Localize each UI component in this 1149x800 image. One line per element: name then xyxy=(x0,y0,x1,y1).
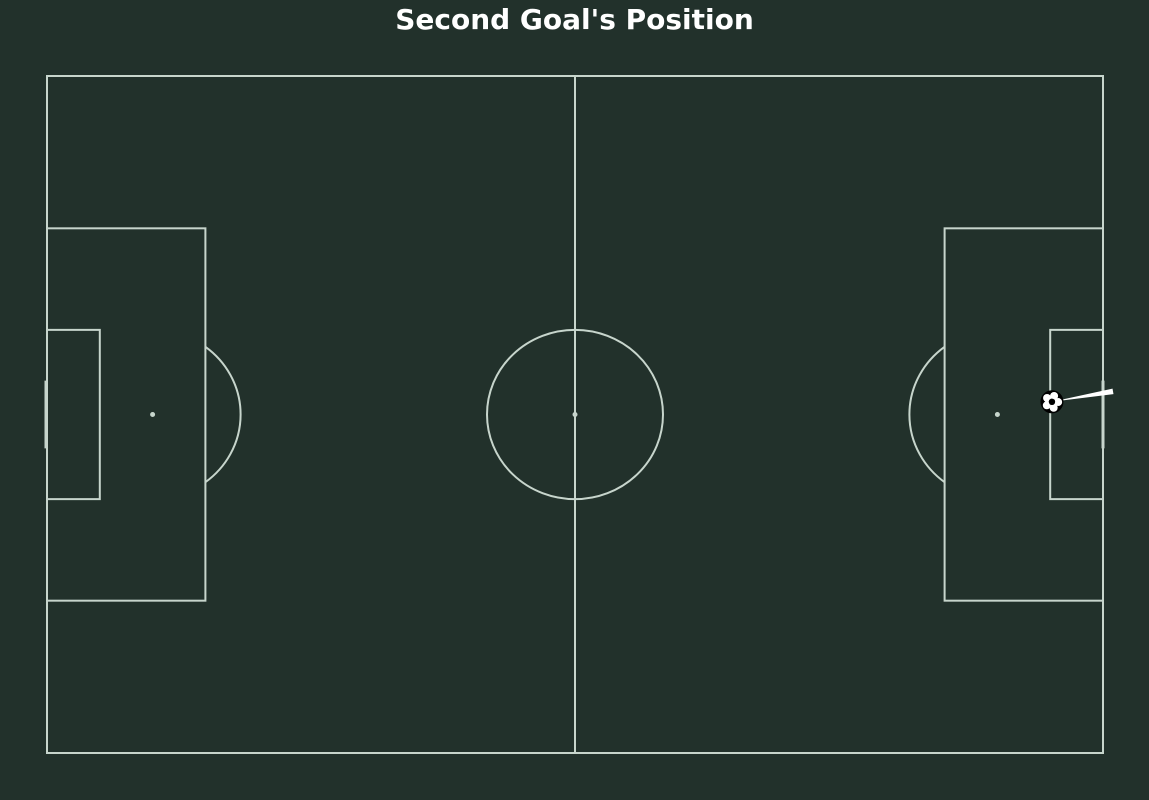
right-six-yard-box xyxy=(1049,328,1104,501)
left-six-yard-box xyxy=(46,328,101,501)
ball-centre-patch xyxy=(1048,398,1056,406)
right-penalty-arc xyxy=(908,345,946,484)
right-penalty-area xyxy=(943,227,1104,602)
football-marker xyxy=(1040,390,1064,414)
left-penalty-area xyxy=(46,227,207,602)
left-penalty-arc xyxy=(204,345,242,484)
ball-patch xyxy=(1049,403,1058,412)
right-penalty-spot xyxy=(994,412,1000,417)
left-penalty-spot xyxy=(150,412,156,417)
centre-spot xyxy=(572,412,578,417)
soccer-pitch xyxy=(44,75,1114,754)
pitch-markings xyxy=(44,75,1105,754)
